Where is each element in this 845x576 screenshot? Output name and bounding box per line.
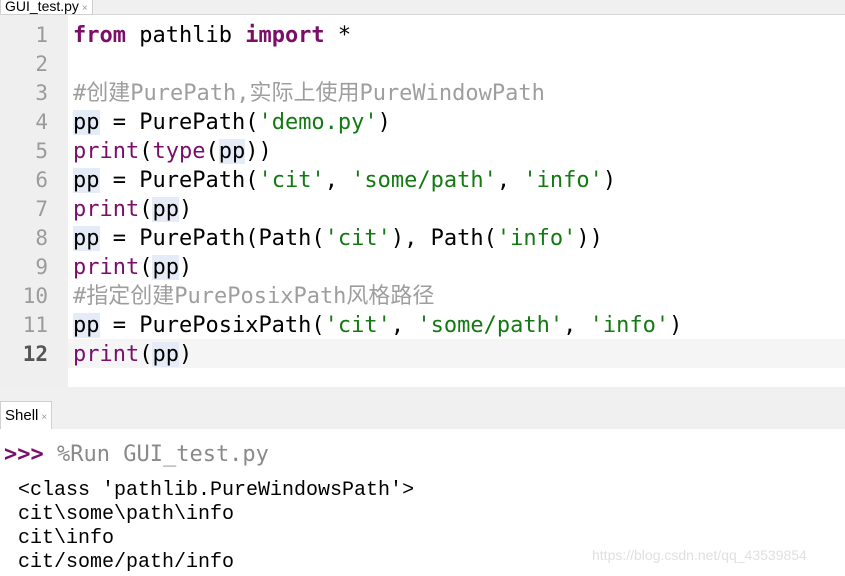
code-line[interactable]: pp = PurePath('cit', 'some/path', 'info'…	[73, 166, 616, 195]
line-number: 11	[22, 313, 48, 337]
editor-tab-close-icon[interactable]: ×	[82, 3, 88, 14]
shell-tab[interactable]: Shell ×	[0, 401, 53, 429]
code-line[interactable]: print(pp)	[73, 253, 192, 282]
shell-output-line: cit/some/path/info	[18, 551, 235, 574]
line-number-gutter: 1 2 3 4 5 6 7 8 9 10 11 12	[0, 15, 68, 387]
watermark: https://blog.csdn.net/qq_43539854	[592, 547, 807, 563]
editor-tab-title: GUI_test.py	[5, 0, 79, 14]
shell-output-line: <class 'pathlib.PureWindowsPath'>	[18, 479, 415, 502]
shell-tab-title: Shell	[5, 407, 39, 424]
code-line[interactable]: from pathlib import *	[73, 21, 351, 50]
line-number: 5	[35, 139, 48, 163]
shell-prompt: >>>	[4, 442, 44, 467]
editor-tab-bar	[0, 0, 845, 15]
shell-prompt-line: >>> %Run GUI_test.py	[4, 441, 269, 469]
code-line[interactable]: print(type(pp))	[73, 137, 272, 166]
line-number: 7	[35, 197, 48, 221]
code-line[interactable]: pp = PurePath(Path('cit'), Path('info'))	[73, 224, 603, 253]
current-line-number: 12	[22, 342, 48, 366]
line-number: 8	[35, 226, 48, 250]
code-line[interactable]: #创建PurePath,实际上使用PureWindowPath	[73, 79, 545, 108]
line-number: 1	[35, 23, 48, 47]
code-line[interactable]: pp = PurePosixPath('cit', 'some/path', '…	[73, 311, 682, 340]
pane-splitter[interactable]	[0, 387, 845, 401]
shell-tab-bar	[0, 401, 845, 430]
code-line[interactable]: pp = PurePath('demo.py')	[73, 108, 391, 137]
line-number: 10	[22, 284, 48, 308]
code-line[interactable]: print(pp)	[73, 340, 192, 369]
shell-command: %Run GUI_test.py	[57, 442, 269, 467]
code-editor[interactable]: 1 2 3 4 5 6 7 8 9 10 11 12 from pathlib …	[0, 15, 845, 387]
shell-tab-close-icon[interactable]: ×	[41, 412, 47, 423]
line-number: 9	[35, 255, 48, 279]
shell-output-line: cit\info	[18, 527, 115, 550]
editor-tab[interactable]: GUI_test.py ×	[0, 0, 93, 15]
line-number: 3	[35, 81, 48, 105]
line-number: 6	[35, 168, 48, 192]
line-number: 2	[35, 52, 48, 76]
shell-output-line: cit\some\path\info	[18, 503, 235, 526]
code-line[interactable]: print(pp)	[73, 195, 192, 224]
code-line[interactable]: #指定创建PurePosixPath风格路径	[73, 282, 434, 311]
line-number: 4	[35, 110, 48, 134]
